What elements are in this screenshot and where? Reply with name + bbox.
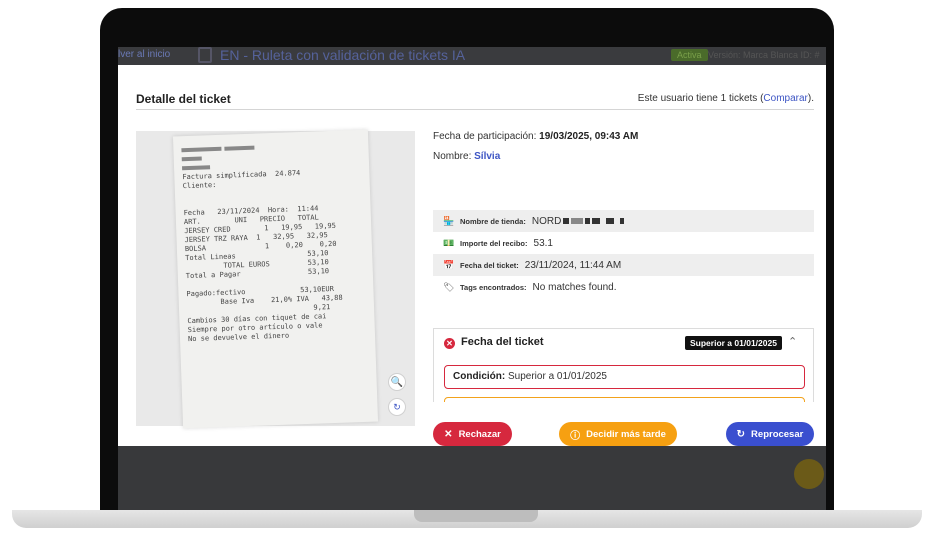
- ticket-image-panel: Factura simplificada 24.874 Cliente: Fec…: [136, 129, 415, 429]
- reprocess-label: Reprocesar: [751, 428, 804, 440]
- back-link[interactable]: lver al inicio: [118, 49, 170, 60]
- ticket-fields: 🏪 Nombre de tienda: NORD 💵 Importe del r…: [433, 210, 814, 298]
- validation-title: Fecha del ticket: [461, 336, 544, 348]
- reject-button[interactable]: ✕ Rechazar: [433, 422, 512, 446]
- error-icon: ✕: [444, 338, 455, 349]
- ticket-detail-modal: Detalle del ticket Este usuario tiene 1 …: [118, 65, 826, 446]
- laptop-notch: [414, 510, 538, 522]
- compare-link[interactable]: Comparar: [763, 93, 807, 104]
- tag-icon: 🏷: [443, 281, 455, 292]
- participant-name: Nombre: Sílvia: [433, 151, 500, 162]
- background-app-header: lver al inicio EN - Ruleta con validació…: [118, 47, 826, 65]
- field-label: Importe del recibo:: [460, 238, 528, 248]
- field-receipt-amount: 💵 Importe del recibo: 53.1: [433, 232, 814, 254]
- field-tags: 🏷 Tags encontrados: No matches found.: [433, 276, 814, 298]
- campaign-title: EN - Ruleta con validación de tickets IA: [220, 47, 466, 63]
- user-ticket-count: Este usuario tiene 1 tickets (Comparar).: [638, 93, 814, 104]
- field-value: NORD: [531, 215, 562, 227]
- refresh-icon: ↻: [736, 428, 746, 440]
- field-store-name: 🏪 Nombre de tienda: NORD: [433, 210, 814, 232]
- calendar-icon: 📅: [443, 259, 455, 270]
- decide-later-button[interactable]: ⓘ Decidir más tarde: [559, 422, 677, 446]
- participant-name-label: Nombre:: [433, 151, 475, 162]
- close-icon: ✕: [444, 428, 453, 440]
- participation-date: Fecha de participación: 19/03/2025, 09:4…: [433, 131, 638, 142]
- validation-card: ✕ Fecha del ticket Superior a 01/01/2025…: [433, 328, 814, 402]
- participation-date-value: 19/03/2025, 09:43 AM: [539, 131, 639, 142]
- condition-value: Superior a 01/01/2025: [505, 371, 607, 382]
- field-label: Nombre de tienda:: [460, 216, 526, 226]
- field-value: 23/11/2024, 11:44 AM: [524, 259, 622, 271]
- participation-date-label: Fecha de participación:: [433, 131, 540, 142]
- divider: [136, 109, 814, 110]
- field-value: No matches found.: [532, 281, 617, 293]
- screen: lver al inicio EN - Ruleta con validació…: [118, 47, 826, 510]
- store-icon: 🏪: [443, 215, 455, 226]
- modal-title: Detalle del ticket: [136, 92, 231, 106]
- user-ticket-count-end: ).: [807, 93, 814, 104]
- reject-label: Rechazar: [458, 428, 501, 440]
- field-label: Tags encontrados:: [460, 282, 527, 292]
- user-ticket-count-text: Este usuario tiene 1 tickets (: [637, 93, 764, 104]
- status-badge: Activa: [671, 49, 708, 61]
- version-label: Versión: Marca Blanca ID: #: [708, 50, 820, 60]
- validation-condition: Condición: Superior a 01/01/2025: [444, 365, 805, 389]
- validation-badge: Superior a 01/01/2025: [685, 336, 782, 350]
- floating-action-button[interactable]: [794, 459, 824, 489]
- background-overlay: [118, 446, 826, 510]
- field-ticket-date: 📅 Fecha del ticket: 23/11/2024, 11:44 AM: [433, 254, 814, 276]
- condition-label: Condición:: [453, 371, 506, 382]
- help-icon: ⓘ: [570, 430, 581, 442]
- chevron-up-icon[interactable]: ⌃: [788, 335, 797, 348]
- field-label: Fecha del ticket:: [460, 260, 519, 270]
- campaign-icon: [198, 47, 212, 63]
- redacted-text: [561, 216, 625, 227]
- zoom-in-icon[interactable]: 🔍: [388, 373, 406, 391]
- validation-condition-secondary: [444, 397, 805, 402]
- validation-card-header[interactable]: ✕ Fecha del ticket Superior a 01/01/2025…: [434, 329, 813, 357]
- decide-later-label: Decidir más tarde: [586, 428, 666, 440]
- participant-name-value: Sílvia: [474, 151, 501, 162]
- reprocess-button[interactable]: ↻ Reprocesar: [726, 422, 814, 446]
- rotate-icon[interactable]: ↻: [388, 398, 406, 416]
- field-value: 53.1: [533, 237, 553, 249]
- receipt-image: Factura simplificada 24.874 Cliente: Fec…: [172, 129, 379, 429]
- money-icon: 💵: [443, 237, 455, 248]
